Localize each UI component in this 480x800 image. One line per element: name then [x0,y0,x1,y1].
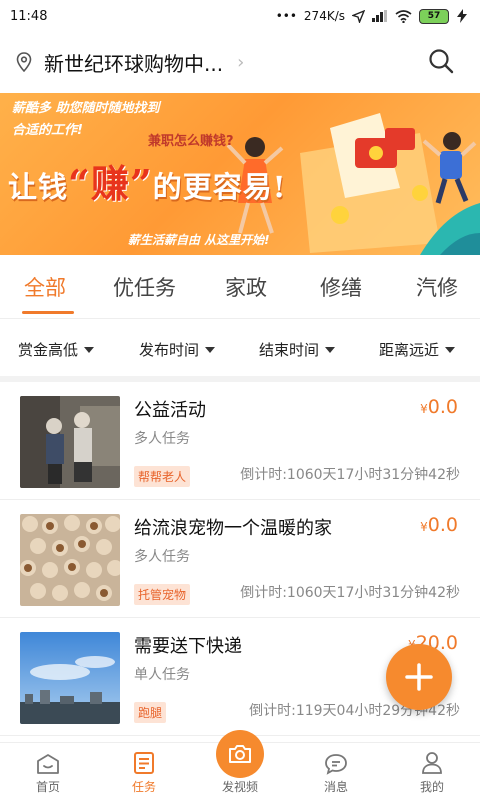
message-icon [325,754,347,775]
task-title: 给流浪宠物一个温暖的家 [134,518,332,539]
filter-label: 发布时间 [139,341,200,359]
task-countdown: 倒计时:1060天17小时31分钟42秒 [240,467,460,483]
tab-auto-repair[interactable]: 汽修 [416,272,458,302]
app-page: 11:48 ••• 274K/s 57 新世纪环球购物中... › 薪酷多 助您… [0,0,480,800]
task-list-item[interactable]: 给流浪宠物一个温暖的家 多人任务 ¥0.0 托管宠物 倒计时:1060天17小时… [0,500,480,618]
nav-tasks[interactable]: 任务 [109,743,179,800]
price-value: 0.0 [427,514,458,536]
nav-label: 任务 [131,780,156,794]
caret-down-icon [445,346,456,353]
tab-all[interactable]: 全部 [24,272,66,302]
task-thumbnail [20,632,120,724]
nav-profile[interactable]: 我的 [397,743,467,800]
headline-post: 的更容易! [152,170,287,204]
filter-reward[interactable]: 赏金高低 [18,339,95,360]
status-time: 11:48 [10,8,48,24]
caret-down-icon [205,346,216,353]
camera-icon [229,745,251,763]
status-indicators: ••• 274K/s 57 [275,8,468,24]
nav-home[interactable]: 首页 [13,743,83,800]
task-price: ¥0.0 [420,514,458,536]
price-value: 0.0 [427,396,458,418]
home-icon [37,754,59,774]
task-type: 多人任务 [134,431,190,447]
tab-indicator [22,311,74,314]
banner-line1: 薪酷多 助您随时随地找到 [12,101,160,116]
signal-icon [372,10,387,22]
filter-publish-time[interactable]: 发布时间 [139,339,216,360]
headline-pre: 让钱 [8,170,69,204]
dogs-photo-image [20,514,120,606]
network-speed: 274K/s [303,9,345,23]
task-type: 多人任务 [134,549,190,565]
task-list-item[interactable]: 公益活动 多人任务 ¥0.0 帮帮老人 倒计时:1060天17小时31分钟42秒 [0,382,480,500]
nav-label: 发视频 [221,780,258,794]
currency-symbol: ¥ [420,402,428,416]
currency-symbol: ¥ [420,520,428,534]
chevron-right-icon[interactable]: › [237,52,244,73]
tab-premium-task[interactable]: 优任务 [113,272,176,302]
task-type: 单人任务 [134,667,190,683]
tab-repair[interactable]: 修缮 [320,272,362,302]
status-bar: 11:48 ••• 274K/s 57 [0,0,480,32]
banner-question: 兼职怎么赚钱? [148,134,234,149]
caret-down-icon [325,346,336,353]
task-tag: 帮帮老人 [134,466,191,487]
banner-line2: 合适的工作! [12,123,83,138]
task-title: 需要送下快递 [134,636,242,657]
task-tag: 跑腿 [134,702,167,723]
category-tabs: 全部 优任务 家政 修缮 汽修 [0,258,480,318]
wifi-icon [395,9,412,23]
plus-icon [405,663,433,691]
filter-end-time[interactable]: 结束时间 [259,339,336,360]
task-thumbnail [20,396,120,488]
more-dots-icon: ••• [275,9,297,23]
filter-label: 赏金高低 [18,341,79,359]
banner-bottom-slogan: 薪生活薪自由 从这里开始! [128,233,270,247]
task-tag: 托管宠物 [134,584,191,605]
location-pin-icon [16,52,32,72]
sort-filter-bar: 赏金高低 发布时间 结束时间 距离远近 [0,318,480,376]
city-skyline-photo-image [20,632,120,724]
location-arrow-icon [352,9,365,23]
nav-messages[interactable]: 消息 [301,743,371,800]
battery-icon: 57 [419,8,449,24]
filter-label: 结束时间 [259,341,320,359]
filter-label: 距离远近 [379,341,440,359]
add-task-button[interactable] [386,644,452,710]
headline-big: “赚” [68,161,153,206]
nav-label: 消息 [323,780,348,794]
elderly-photo-image [20,396,120,488]
task-list-icon [134,752,154,774]
banner-headline: 让钱“赚”的更容易! [8,153,286,208]
caret-down-icon [84,346,95,353]
nav-label: 首页 [35,780,60,794]
profile-icon [422,752,442,774]
charging-icon [457,9,467,23]
task-title: 公益活动 [134,400,206,421]
tab-housekeeping[interactable]: 家政 [225,272,267,302]
location-header: 新世纪环球购物中... › [0,32,480,92]
location-selector[interactable]: 新世纪环球购物中... [44,48,223,77]
nav-label: 我的 [419,780,444,794]
promo-banner[interactable]: 薪酷多 助您随时随地找到 合适的工作! 兼职怎么赚钱? 让钱“赚”的更容易! 薪… [0,93,480,255]
filter-distance[interactable]: 距离远近 [379,339,456,360]
task-price: ¥0.0 [420,396,458,418]
post-video-button[interactable] [216,730,264,778]
task-thumbnail [20,514,120,606]
search-icon[interactable] [428,48,454,74]
task-countdown: 倒计时:1060天17小时31分钟42秒 [240,585,460,601]
